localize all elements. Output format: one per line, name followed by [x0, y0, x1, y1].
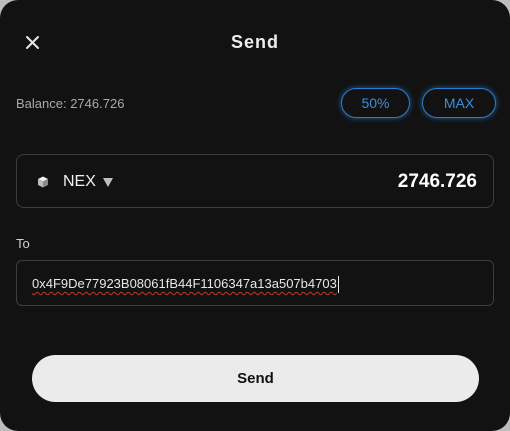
balance-text: Balance: 2746.726: [16, 96, 125, 111]
token-selector[interactable]: NEX: [37, 155, 113, 209]
dialog-header: Send: [0, 26, 510, 60]
amount-value[interactable]: 2746.726: [398, 155, 477, 209]
recipient-address-field[interactable]: 0x4F9De77923B08061fB44F1106347a13a507b47…: [16, 260, 494, 306]
token-name: NEX: [63, 173, 96, 190]
send-button[interactable]: Send: [32, 355, 479, 402]
balance-row: Balance: 2746.726 50% MAX: [16, 88, 496, 120]
send-dialog: Send Balance: 2746.726 50% MAX NEX 2746.…: [0, 0, 510, 431]
text-cursor: [338, 276, 339, 293]
amount-field[interactable]: NEX 2746.726: [16, 154, 494, 208]
max-button[interactable]: MAX: [422, 88, 496, 118]
caret-down-icon: [102, 177, 113, 187]
dialog-title: Send: [230, 32, 279, 52]
cube-icon: [38, 176, 48, 188]
recipient-address-input[interactable]: 0x4F9De77923B08061fB44F1106347a13a507b47…: [32, 261, 337, 307]
fifty-percent-button[interactable]: 50%: [341, 88, 410, 118]
to-label: To: [16, 236, 30, 251]
